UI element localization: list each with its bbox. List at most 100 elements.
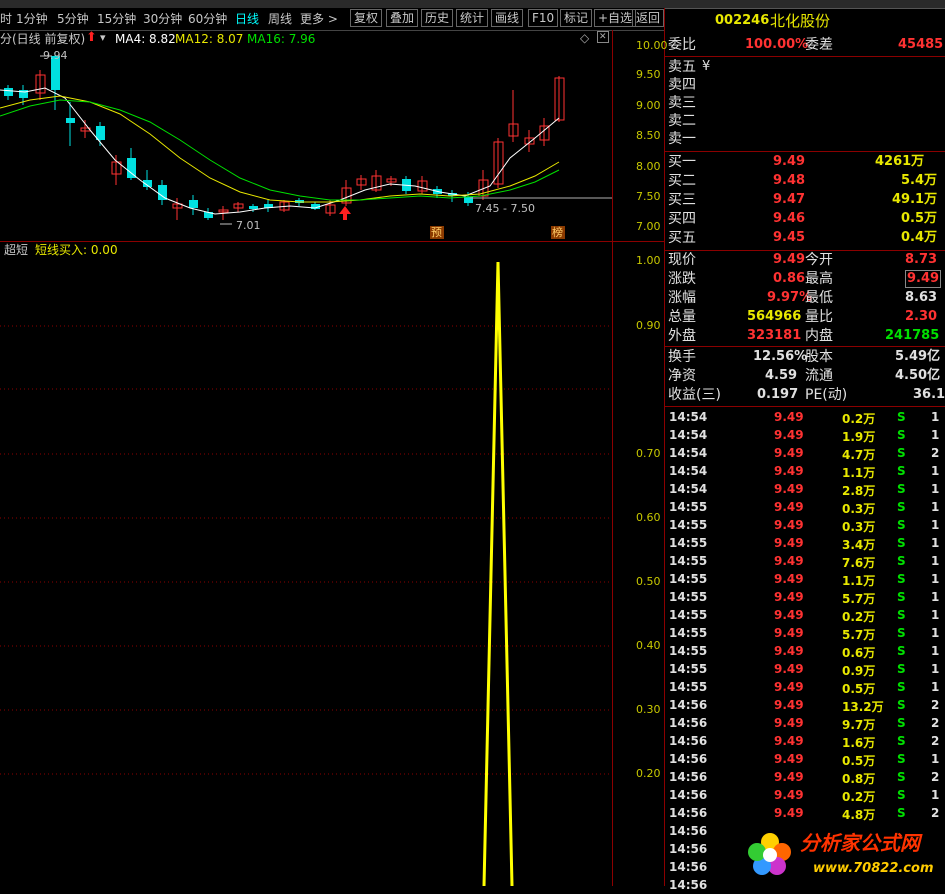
buy-level-label: 买四 (668, 211, 696, 227)
price-stats: 现价 9.49 今开 8.73 涨跌 0.86 最高 9.49 涨幅 9.97%… (665, 251, 945, 346)
indicator-axis-label: 1.00 (636, 254, 661, 267)
toolbar-item-1min[interactable]: 1分钟 (16, 11, 48, 27)
toolbar-item-time[interactable]: 时 (0, 11, 12, 27)
stat-label: 现价 (668, 252, 696, 268)
buy-level-label: 买五 (668, 230, 696, 246)
stat-value: 8.73 (905, 252, 938, 267)
toolbar-item-add-watch[interactable]: +自选 (594, 9, 637, 27)
indicator-axis-label: 0.40 (636, 639, 661, 652)
buy-level-price: 9.45 (773, 230, 806, 245)
buy-level-volume: 0.4万 (901, 230, 938, 245)
indicator-axis-label: 0.30 (636, 703, 661, 716)
toolbar-item-stats[interactable]: 统计 (456, 9, 489, 27)
indicator-axis-label: 0.60 (636, 511, 661, 524)
stat-label: 最高 (805, 271, 833, 287)
indicator-canvas (0, 261, 612, 886)
dragon-tiger-mark[interactable]: 榜 (552, 226, 563, 240)
fundamental-stats: 换手 12.56% 股本 5.49亿 净资 4.59 流通 4.50亿 收益(三… (665, 348, 945, 406)
toolbar-item-overlay[interactable]: 叠加 (386, 9, 419, 27)
watermark-url: www.70822.com (813, 861, 934, 876)
buy-level-label: 买一 (668, 154, 696, 170)
sell-level-label: 卖二 (668, 113, 696, 129)
buy-level-price: 9.47 (773, 192, 806, 207)
stat-value: 9.49 (905, 270, 942, 288)
toolbar-item-60min[interactable]: 60分钟 (188, 11, 227, 27)
toolbar-item-back[interactable]: 返回 (632, 9, 665, 27)
stat-label: 内盘 (805, 328, 833, 344)
toolbar-item-30min[interactable]: 30分钟 (143, 11, 182, 27)
indicator-gridlines (0, 325, 612, 775)
watermark-title: 分析家公式网 (800, 831, 920, 855)
stat-value: 241785 (885, 328, 940, 343)
buy-level-price: 9.48 (773, 173, 806, 188)
divider (665, 346, 945, 347)
toolbar-item-daily[interactable]: 日线 (235, 11, 259, 27)
weibi-value: 100.00% (745, 37, 809, 52)
stat-label: 最低 (805, 290, 833, 306)
range-label: 7.45 - 7.50 (475, 202, 535, 215)
buy-level-price: 9.46 (773, 211, 806, 226)
buy-book: 买一 9.49 4261万 买二 9.48 5.4万 买三 9.47 49.1万… (665, 153, 945, 249)
candles (4, 52, 565, 220)
toolbar-item-history[interactable]: 历史 (421, 9, 454, 27)
toolbar-item-fuquan[interactable]: 复权 (350, 9, 383, 27)
ma16-line (0, 99, 560, 201)
sell-level-label: 卖三 (668, 95, 696, 111)
stat-value: 4.50亿 (895, 368, 941, 383)
stat-label: PE(动) (805, 387, 848, 403)
stat-label: 量比 (805, 309, 833, 325)
ma12-line (0, 95, 560, 203)
indicator-axis-label: 0.70 (636, 447, 661, 460)
buy-level-label: 买三 (668, 192, 696, 208)
buy-level-volume: 49.1万 (892, 192, 938, 207)
indicator-axis-label: 0.90 (636, 319, 661, 332)
stat-label: 外盘 (668, 328, 696, 344)
toolbar-item-5min[interactable]: 5分钟 (57, 11, 89, 27)
stat-value: 4.59 (765, 368, 798, 383)
stat-label: 股本 (805, 349, 833, 365)
stat-label: 流通 (805, 368, 833, 384)
buy-level-volume: 0.5万 (901, 211, 938, 226)
stat-label: 涨跌 (668, 271, 696, 287)
toolbar-item-15min[interactable]: 15分钟 (97, 11, 136, 27)
price-axis-label: 7.50 (636, 190, 661, 203)
divider (665, 56, 945, 57)
buy-level-volume: 5.4万 (901, 173, 938, 188)
price-axis-label: 8.00 (636, 160, 661, 173)
stat-label: 换手 (668, 349, 696, 365)
stat-value: 5.49亿 (895, 349, 941, 364)
stat-value: 36.1 (913, 387, 945, 402)
stat-value: 0.197 (757, 387, 799, 402)
buy-level-price: 9.49 (773, 154, 806, 169)
ma4-line (0, 87, 560, 215)
toolbar-item-weekly[interactable]: 周线 (268, 11, 292, 27)
stat-value: 8.63 (905, 290, 938, 305)
stat-label: 净资 (668, 368, 696, 384)
weicha-label: 委差 (805, 37, 833, 53)
low-price-label: 7.01 (236, 219, 261, 232)
toolbar-item-more[interactable]: 更多 > (300, 11, 338, 27)
stat-label: 今开 (805, 252, 833, 268)
price-axis-label: 7.00 (636, 220, 661, 233)
toolbar-item-f10[interactable]: F10 (528, 9, 559, 27)
watermark: 分析家公式网 www.70822.com (745, 826, 945, 886)
stat-value: 564966 (747, 309, 802, 324)
price-axis-label: 9.50 (636, 68, 661, 81)
indicator-pane[interactable]: 超短 短线买入: 0.00 1.00 0.90 0.70 0.60 0.50 0… (0, 242, 665, 886)
indicator-axis-label: 0.20 (636, 767, 661, 780)
forecast-mark[interactable]: 预 (431, 226, 442, 240)
toolbar-item-draw[interactable]: 画线 (491, 9, 524, 27)
high-price-label: 9.94 (43, 49, 68, 62)
stat-value: 12.56% (753, 349, 808, 364)
divider (665, 151, 945, 152)
sell-book: 卖五 ¥ 卖四 卖三 卖二 卖一 (665, 58, 945, 150)
toolbar-item-mark[interactable]: 标记 (560, 9, 593, 27)
stat-value: 9.49 (773, 252, 806, 267)
sell-level-label: 卖四 (668, 77, 696, 93)
price-axis-label: 9.00 (636, 99, 661, 112)
buy-level-label: 买二 (668, 173, 696, 189)
kline-chart-pane[interactable]: 分(日线 前复权) ⬆ ▾ MA4: 8.82 MA12: 8.07 MA16:… (0, 30, 668, 242)
buy-level-volume: 4261万 (875, 154, 925, 169)
sell-level-label: 卖一 (668, 131, 696, 147)
sell-level-price: ¥ (702, 59, 711, 74)
